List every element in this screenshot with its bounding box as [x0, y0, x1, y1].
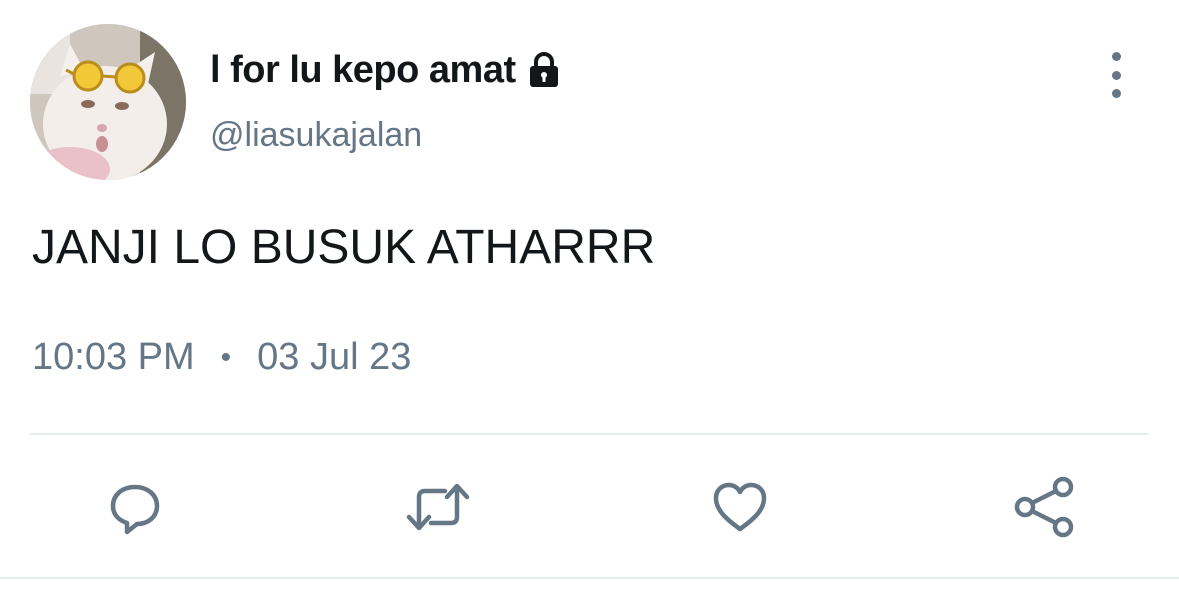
meta-separator: • — [220, 340, 232, 374]
display-name[interactable]: l for lu kepo amat — [210, 49, 516, 92]
display-name-row: l for lu kepo amat — [210, 44, 564, 96]
share-icon — [1014, 476, 1074, 538]
lock-icon — [524, 50, 564, 90]
divider — [30, 433, 1148, 435]
retweet-icon — [406, 483, 470, 531]
tweet-date: 03 Jul 23 — [257, 336, 412, 378]
tweet-timestamp: 10:03 PM • 03 Jul 23 — [32, 336, 411, 379]
retweet-button[interactable] — [403, 472, 473, 542]
more-options-button[interactable] — [1096, 52, 1136, 98]
more-vertical-icon-dot — [1111, 70, 1121, 80]
reply-icon — [110, 484, 160, 535]
tweet-text: JANJI LO BUSUK ATHARRR — [32, 221, 656, 274]
bottom-divider — [0, 577, 1179, 579]
avatar[interactable] — [30, 24, 186, 180]
avatar-image — [30, 24, 186, 180]
like-button[interactable] — [705, 472, 775, 542]
username[interactable]: @liasukajalan — [210, 116, 422, 155]
reply-button[interactable] — [100, 472, 170, 542]
more-vertical-icon-dot — [1111, 89, 1121, 98]
tweet-card: l for lu kepo amat @liasukajalan JANJI L… — [0, 0, 1179, 597]
more-vertical-icon — [1111, 52, 1121, 61]
heart-icon — [713, 482, 767, 532]
share-button[interactable] — [1008, 472, 1078, 542]
tweet-time: 10:03 PM — [32, 336, 195, 378]
